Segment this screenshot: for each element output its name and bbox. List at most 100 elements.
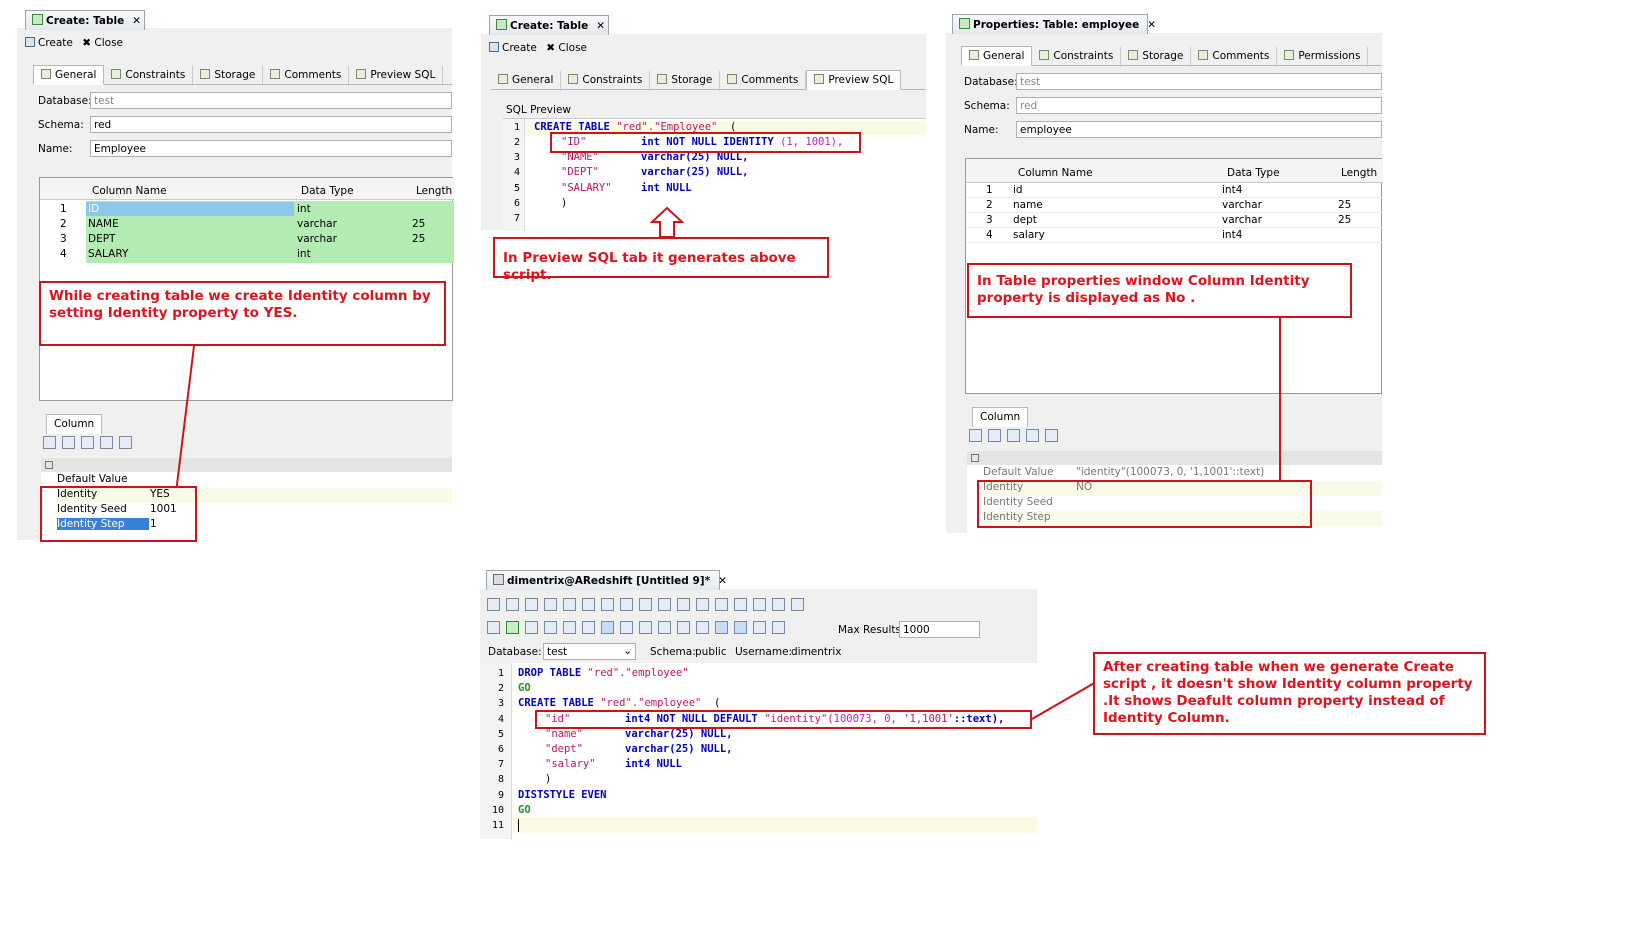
tab-general[interactable]: General [961, 46, 1033, 66]
schema-label: Schema: [964, 100, 1010, 112]
table-row[interactable]: 1 ID int [40, 202, 454, 217]
header-column-name[interactable]: Column Name [92, 185, 167, 197]
table-row[interactable]: 3 dept varchar 25 [966, 213, 1383, 228]
table-row[interactable]: 4 SALARY int [40, 247, 454, 262]
tab-storage[interactable]: Storage [1121, 47, 1192, 67]
max-results-input[interactable]: 1000 [899, 621, 980, 638]
schema-field[interactable]: red [1016, 97, 1382, 114]
format-icon[interactable] [658, 621, 671, 634]
tab-comments[interactable]: Comments [263, 66, 350, 86]
collapse-toggle-icon[interactable] [971, 454, 979, 462]
schema-field[interactable]: red [90, 116, 452, 133]
stop-icon[interactable] [582, 621, 595, 634]
execute-script-icon[interactable] [525, 621, 538, 634]
tab-general[interactable]: General [33, 65, 105, 85]
tab-storage[interactable]: Storage [193, 66, 264, 86]
close-tab-icon[interactable]: ✕ [718, 575, 727, 587]
save-as-icon[interactable] [544, 598, 557, 611]
tab-permissions[interactable]: Permissions [1277, 47, 1369, 67]
redo-icon[interactable] [715, 598, 728, 611]
categorized-icon[interactable] [43, 436, 56, 449]
property-icon[interactable] [81, 436, 94, 449]
find-icon[interactable] [734, 598, 747, 611]
table-row[interactable]: 2 NAME varchar 25 [40, 217, 454, 232]
header-data-type[interactable]: Data Type [301, 185, 354, 197]
grid-view-icon[interactable] [715, 621, 728, 634]
execute-icon[interactable] [506, 621, 519, 634]
editor-tab-create-table-2[interactable]: Create: Table ✕ [489, 15, 609, 35]
comment-icon[interactable] [677, 621, 690, 634]
print-icon[interactable] [582, 598, 595, 611]
tab-column-3[interactable]: Column [972, 407, 1029, 427]
new-icon[interactable] [487, 598, 500, 611]
select-icon[interactable] [620, 598, 633, 611]
cut-icon[interactable] [639, 598, 652, 611]
close-button[interactable]: ✖ Close [82, 37, 123, 49]
close-button[interactable]: ✖ Close [546, 42, 587, 54]
editor-tab-sql[interactable]: dimentrix@ARedshift [Untitled 9]* ✕ [486, 570, 727, 590]
editor-tab-create-table-1[interactable]: Create: Table ✕ [25, 10, 145, 30]
execute-all-icon[interactable] [487, 621, 500, 634]
paste-icon[interactable] [677, 598, 690, 611]
categorized-icon[interactable] [969, 429, 982, 442]
collapse-icon[interactable] [119, 436, 132, 449]
sort-alpha-icon[interactable] [988, 429, 1001, 442]
expand-icon[interactable] [100, 436, 113, 449]
export-icon[interactable] [563, 621, 576, 634]
uncomment-icon[interactable] [696, 621, 709, 634]
header-column-name[interactable]: Column Name [1018, 167, 1093, 179]
tab-constraints[interactable]: Constraints [1032, 47, 1122, 67]
close-tab-icon[interactable]: ✕ [1147, 19, 1156, 31]
open-icon[interactable] [506, 598, 519, 611]
auto-commit-icon[interactable] [601, 621, 614, 634]
create-button[interactable]: Create [489, 42, 537, 54]
sort-alpha-icon[interactable] [62, 436, 75, 449]
font-larger-icon[interactable] [791, 598, 804, 611]
header-length[interactable]: Length [416, 185, 452, 197]
table-row[interactable]: 4 salary int4 [966, 228, 1383, 243]
name-field[interactable]: employee [1016, 121, 1382, 138]
editor-tab-properties[interactable]: Properties: Table: employee ✕ [952, 14, 1156, 34]
create-button[interactable]: Create [25, 37, 73, 49]
save-icon[interactable] [525, 598, 538, 611]
header-data-type[interactable]: Data Type [1227, 167, 1280, 179]
database-field[interactable]: test [90, 92, 452, 109]
collapse-toggle-icon[interactable] [45, 461, 53, 469]
tab-preview-sql[interactable]: Preview SQL [349, 66, 444, 86]
expand-icon[interactable] [1026, 429, 1039, 442]
database-field[interactable]: test [1016, 73, 1382, 90]
tab-comments[interactable]: Comments [1191, 47, 1278, 67]
close-tab-icon[interactable]: ✕ [132, 15, 141, 27]
font-smaller-icon[interactable] [772, 598, 785, 611]
table-row[interactable]: 2 name varchar 25 [966, 198, 1383, 213]
history-icon[interactable] [753, 621, 766, 634]
database-select[interactable]: test ⌄ [543, 643, 636, 660]
undo-icon[interactable] [696, 598, 709, 611]
tab-preview-sql[interactable]: Preview SQL [806, 70, 902, 90]
table-row[interactable]: 1 id int4 [966, 183, 1383, 198]
collapse-icon[interactable] [1045, 429, 1058, 442]
copy-icon[interactable] [658, 598, 671, 611]
tab-constraints[interactable]: Constraints [104, 66, 194, 86]
tab-comments[interactable]: Comments [720, 71, 807, 91]
settings-icon[interactable] [772, 621, 785, 634]
save-all-icon[interactable] [563, 598, 576, 611]
name-field[interactable]: Employee [90, 140, 452, 157]
tab-storage[interactable]: Storage [650, 71, 721, 91]
property-row[interactable]: Default Value "identity"(100073, 0, '1,10… [983, 466, 1382, 481]
tab-column-1[interactable]: Column [46, 414, 103, 434]
header-length[interactable]: Length [1341, 167, 1377, 179]
rollback-icon[interactable] [639, 621, 652, 634]
replace-icon[interactable] [753, 598, 766, 611]
tab-general[interactable]: General [491, 71, 562, 91]
text-view-icon[interactable] [734, 621, 747, 634]
annotation-note-3: In Table properties window Column Identi… [967, 263, 1352, 318]
commit-icon[interactable] [620, 621, 633, 634]
tab-constraints[interactable]: Constraints [561, 71, 651, 91]
explain-icon[interactable] [544, 621, 557, 634]
table-add-icon [496, 19, 507, 30]
close-tab-icon[interactable]: ✕ [596, 20, 605, 32]
property-icon[interactable] [1007, 429, 1020, 442]
page-icon[interactable] [601, 598, 614, 611]
table-row[interactable]: 3 DEPT varchar 25 [40, 232, 454, 247]
